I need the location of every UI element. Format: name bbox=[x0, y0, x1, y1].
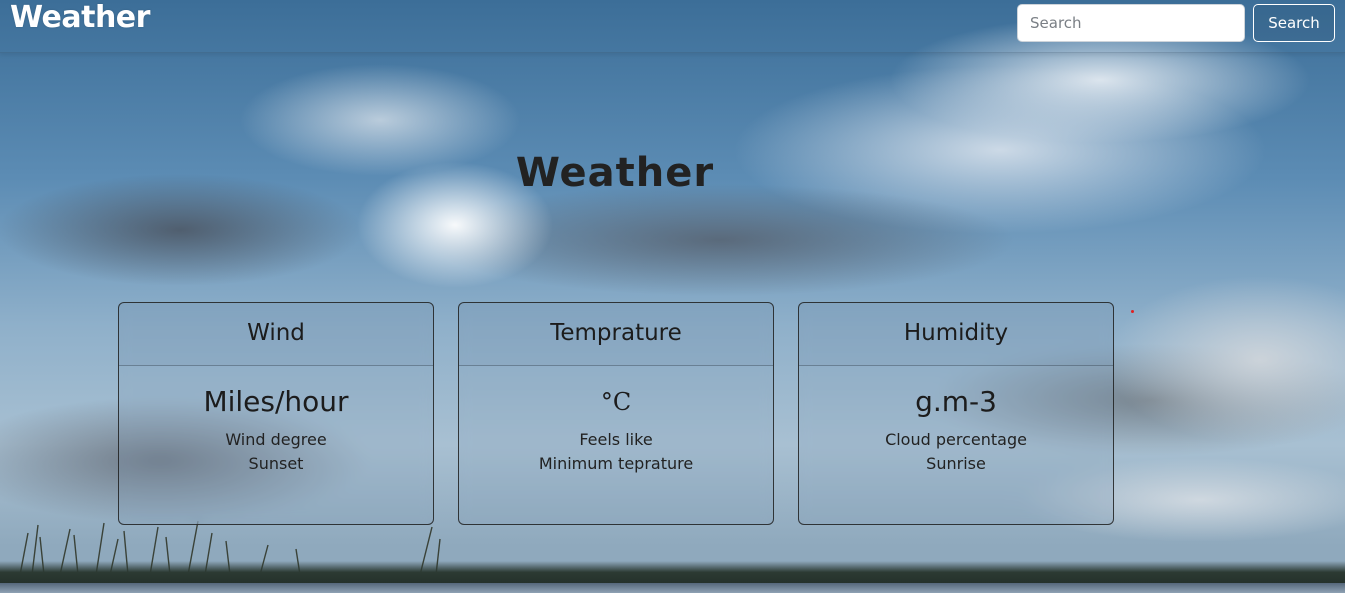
temperature-value: °C bbox=[600, 388, 632, 416]
page-title: Weather bbox=[515, 150, 715, 196]
minimum-temperature-label: Minimum teprature bbox=[538, 454, 694, 473]
humidity-value: g.m-3 bbox=[915, 385, 997, 418]
temperature-card-header: Temprature bbox=[459, 303, 773, 366]
sunrise-label: Sunrise bbox=[926, 454, 986, 473]
wind-speed-value: Miles/hour bbox=[203, 385, 349, 418]
humidity-card: Humidity g.m-3 Cloud percentage Sunrise bbox=[798, 302, 1114, 525]
temperature-card: Temprature °C Feels like Minimum tepratu… bbox=[458, 302, 774, 525]
search-input[interactable] bbox=[1017, 4, 1245, 42]
feels-like-label: Feels like bbox=[579, 430, 653, 449]
search-button[interactable]: Search bbox=[1253, 4, 1335, 42]
cloud-percentage-label: Cloud percentage bbox=[885, 430, 1027, 449]
humidity-card-header: Humidity bbox=[799, 303, 1113, 366]
navbar: Weather Search bbox=[0, 0, 1345, 53]
wind-degree-label: Wind degree bbox=[225, 430, 327, 449]
page-background: Weather Search Weather Wind Miles/hour W… bbox=[0, 0, 1345, 593]
lake-water bbox=[0, 583, 1345, 593]
red-dot-marker bbox=[1131, 310, 1134, 313]
wind-card-header: Wind bbox=[119, 303, 433, 366]
wind-card: Wind Miles/hour Wind degree Sunset bbox=[118, 302, 434, 525]
sunset-label: Sunset bbox=[248, 454, 304, 473]
brand-logo[interactable]: Weather bbox=[10, 0, 150, 35]
